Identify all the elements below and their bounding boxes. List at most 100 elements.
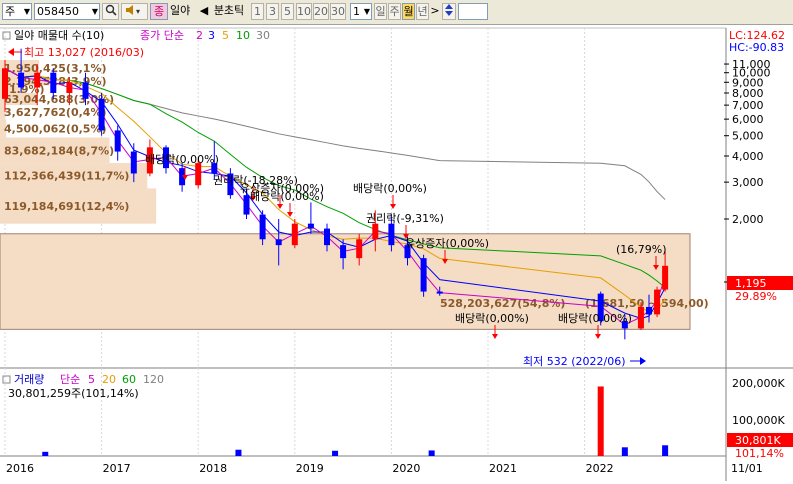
event-label: (16,79%) (616, 243, 667, 256)
x-axis-label-2020: 2020 (392, 462, 420, 475)
ma-legend-label: 종가 단순 (140, 29, 184, 42)
candle-body (2, 68, 8, 99)
volume-ma-20: 20 (102, 373, 116, 386)
x-axis-label-2017: 2017 (103, 462, 131, 475)
candle-body (372, 223, 379, 240)
candle-body (388, 223, 395, 246)
candle-body (130, 151, 137, 174)
candle-body (340, 245, 347, 259)
candle-body (654, 289, 661, 315)
volume-profile-label: 3,627,762(0,4%) (4, 106, 107, 119)
volume-bar (662, 445, 669, 456)
x-axis-label-2021: 2021 (489, 462, 517, 475)
market-select[interactable]: 주 ▼ (2, 3, 32, 20)
volume-profile-label: 4,500,062(0,5%) (4, 122, 107, 135)
toolbar: 주 ▼ 058450 ▼ ▾ 종 일야 ◀ 분초틱 1 3 5 10 20 30 1… (0, 0, 793, 25)
interval-20[interactable]: 20 (313, 3, 329, 20)
high-marker: 최고 13,027 (2016/03) (8, 46, 144, 59)
current-volume: 30,801K (735, 434, 781, 447)
search-button[interactable] (102, 3, 119, 20)
ma-legend-3: 3 (208, 29, 215, 42)
event-label: 배당락(0,00%) (558, 312, 632, 325)
updown-button[interactable] (442, 3, 456, 20)
interval-1[interactable]: 1 (251, 3, 264, 20)
candle-body (637, 306, 644, 329)
y-tick-label: 6,000 (732, 113, 764, 126)
volume-tick-100000k: 100,000K (732, 414, 785, 427)
volume-ma-label: 단순 (60, 373, 80, 386)
svg-text:▾: ▾ (136, 7, 140, 16)
candle-body (50, 72, 57, 93)
volume-bar (42, 451, 49, 456)
event-label: 배당락(0,00%) (455, 312, 529, 325)
interval-3[interactable]: 3 (266, 3, 279, 20)
chevron-down-icon: ▼ (91, 7, 98, 16)
tag-button[interactable]: 종 (150, 3, 168, 20)
speaker-icon: ▾ (124, 5, 146, 19)
candle-body (420, 258, 427, 292)
speaker-button[interactable]: ▾ (121, 3, 148, 20)
volume-profile-label: 83,682,184(8,7%) (4, 144, 114, 157)
candle-body (66, 82, 73, 93)
interval-30[interactable]: 30 (330, 3, 346, 20)
volume-ma-60: 60 (122, 373, 136, 386)
x-axis-label-2022: 2022 (586, 462, 614, 475)
event-label: 배당락(0,00%) (250, 190, 324, 203)
stock-name: 일야 (170, 4, 191, 17)
current-volume-ratio: 101,14% (735, 447, 784, 460)
volume-summary: 30,801,259주(101,14%) (8, 387, 139, 400)
candle-body (646, 306, 652, 315)
candle-body (275, 239, 282, 246)
volume-bar (235, 449, 242, 456)
volume-bar (621, 447, 628, 456)
event-label: 유상증자(0,00%) (405, 237, 489, 250)
tab-month[interactable]: 월 (402, 3, 415, 20)
period-label[interactable]: 분초틱 (209, 3, 249, 20)
search-icon (105, 4, 117, 19)
count-spinner[interactable]: 1 ▼ (350, 3, 372, 20)
period-prev-arrow[interactable]: ◀ (199, 3, 209, 20)
volume-legend-title: 거래량 (14, 373, 44, 386)
y-tick-label: 5,000 (732, 130, 764, 143)
interval-5[interactable]: 5 (281, 3, 294, 20)
y-tick-label: 7,000 (732, 99, 764, 112)
hc-label: HC:-90.83 (729, 41, 784, 54)
candle-body (18, 72, 25, 88)
price-legend-title: 일야 매물대 수(10) (14, 28, 104, 42)
x-axis-label-2018: 2018 (199, 462, 227, 475)
y-tick-label: 2,000 (732, 213, 764, 226)
tab-week[interactable]: 주 (388, 3, 401, 20)
candle-body (291, 223, 298, 246)
count-value: 1 (353, 5, 360, 18)
volume-tick-200000k: 200,000K (732, 377, 785, 390)
date-input[interactable] (458, 3, 488, 20)
candle-body (34, 72, 41, 88)
interval-10[interactable]: 10 (296, 3, 312, 20)
stock-code-value: 058450 (37, 5, 79, 18)
tab-day[interactable]: 일 (374, 3, 387, 20)
tab-year[interactable]: 년 (416, 3, 429, 20)
ma-legend-30: 30 (256, 29, 270, 42)
y-tick-label: 4,000 (732, 150, 764, 163)
candle-body (662, 265, 669, 290)
volume-profile-label: 119,184,691(12,4%) (4, 200, 129, 213)
volume-bar (597, 386, 604, 456)
event-label: 배당락(0,00%) (353, 182, 427, 195)
low-marker-label: 최저 532 (2022/06) (523, 355, 626, 368)
chart-area: 1,950,425(3,1%)2,394,528(3,9%)(1,9%)63,0… (0, 25, 793, 481)
candle-body (82, 82, 89, 99)
x-axis-label-11/01: 11/01 (731, 462, 763, 475)
ma-legend-5: 5 (222, 29, 229, 42)
volume-profile-label: 112,366,439(11,7%) (4, 170, 129, 183)
volume-ma-5: 5 (88, 373, 95, 386)
market-select-value: 주 (5, 5, 16, 18)
volume-bar (428, 450, 435, 456)
event-label: 배당락(0,00%) (145, 153, 219, 166)
period-next-arrow[interactable]: > (430, 3, 440, 20)
ma-legend-2: 2 (196, 29, 203, 42)
candle-body (259, 214, 266, 240)
chevron-down-icon: ▼ (363, 7, 370, 16)
stock-code-input[interactable]: 058450 ▼ (34, 3, 100, 20)
candle-body (436, 291, 443, 294)
volume-profile-label: 528,203,627(54,8%) (440, 297, 565, 310)
